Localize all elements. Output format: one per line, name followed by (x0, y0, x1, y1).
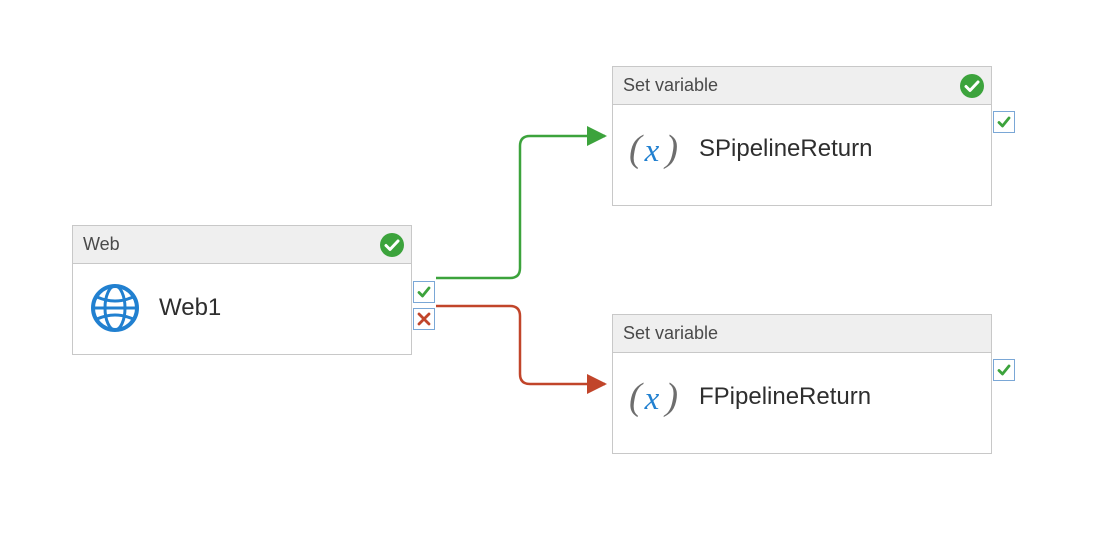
activity-type-label: Set variable (623, 75, 718, 96)
status-success-icon (379, 232, 405, 258)
activity-name: Web1 (159, 294, 221, 322)
activity-body: ( x ) SPipelineReturn (613, 105, 991, 193)
activity-set-variable-failure[interactable]: Set variable ( x ) FPipelineReturn (612, 314, 992, 454)
activity-name: FPipelineReturn (699, 383, 871, 411)
status-success-icon (959, 73, 985, 99)
svg-text:): ) (663, 128, 678, 170)
activity-name: SPipelineReturn (699, 135, 872, 163)
variable-x-icon: ( x ) (629, 123, 681, 175)
activity-header: Web (73, 226, 411, 264)
port-success[interactable] (993, 111, 1015, 133)
port-success[interactable] (993, 359, 1015, 381)
activity-header: Set variable (613, 67, 991, 105)
svg-text:(: ( (629, 128, 644, 170)
svg-text:(: ( (629, 376, 644, 418)
pipeline-canvas[interactable]: Web Web1 (0, 0, 1112, 535)
activity-header: Set variable (613, 315, 991, 353)
activity-web[interactable]: Web Web1 (72, 225, 412, 355)
globe-icon (89, 282, 141, 334)
activity-type-label: Set variable (623, 323, 718, 344)
activity-body: Web1 (73, 264, 411, 352)
port-success[interactable] (413, 281, 435, 303)
svg-text:): ) (663, 376, 678, 418)
connector-success[interactable] (436, 136, 605, 278)
svg-text:x: x (644, 381, 660, 417)
activity-type-label: Web (83, 234, 120, 255)
connector-failure[interactable] (436, 306, 605, 384)
variable-x-icon: ( x ) (629, 371, 681, 423)
port-failure[interactable] (413, 308, 435, 330)
svg-text:x: x (644, 133, 660, 169)
activity-set-variable-success[interactable]: Set variable ( x ) SPipelineReturn (612, 66, 992, 206)
activity-body: ( x ) FPipelineReturn (613, 353, 991, 441)
